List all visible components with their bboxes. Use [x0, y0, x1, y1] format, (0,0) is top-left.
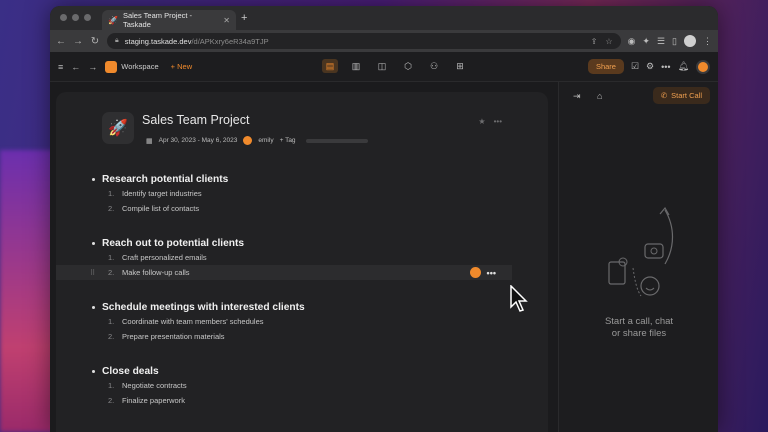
- start-call-button[interactable]: ✆ Start Call: [652, 87, 710, 104]
- close-tab-icon[interactable]: ✕: [223, 16, 230, 25]
- mindmap-view-icon[interactable]: ⚇: [426, 59, 442, 73]
- section: Reach out to potential clients 1. Craft p…: [56, 236, 512, 280]
- collapse-panel-icon[interactable]: ⇥: [573, 91, 581, 102]
- task-sections: Research potential clients 1. Identify ta…: [56, 172, 512, 428]
- section: Close deals 1. Negotiate contracts 2. Fina…: [92, 364, 512, 408]
- address-bar-row: ← → ↻ 🔒︎ staging.taskade.dev/d/APKxry6eR…: [50, 30, 718, 52]
- checklist-icon[interactable]: ☑: [631, 61, 639, 72]
- user-avatar[interactable]: [696, 59, 710, 74]
- add-tag-button[interactable]: + Tag: [280, 137, 296, 144]
- workspace-label[interactable]: Workspace: [121, 62, 158, 71]
- drag-handle-icon[interactable]: ⠿: [90, 269, 95, 277]
- row-more-icon[interactable]: •••: [487, 268, 496, 278]
- extension-puzzle-icon[interactable]: ✦: [642, 36, 650, 47]
- app-toolbar: ≡ ← → Workspace + New ▤ ▥ ◫ ⬡ ⚇ ⊞ Share …: [50, 52, 718, 82]
- progress-bar: [305, 138, 368, 143]
- board-view-icon[interactable]: ▥: [348, 59, 364, 73]
- reading-list-icon[interactable]: ☰: [657, 36, 665, 47]
- url-host: staging.taskade.dev: [124, 36, 192, 46]
- section: Research potential clients 1. Identify ta…: [92, 172, 512, 216]
- calendar-icon: ▦: [146, 137, 153, 145]
- section-heading[interactable]: Research potential clients: [92, 172, 512, 186]
- filter-icon[interactable]: ⚙: [646, 61, 654, 72]
- reload-icon[interactable]: ↻: [90, 36, 100, 47]
- list-item[interactable]: 1. Coordinate with team members' schedule…: [92, 314, 512, 329]
- browser-window: 🚀 Sales Team Project - Taskade ✕ + ← → ↻…: [50, 6, 718, 432]
- more-options-icon[interactable]: •••: [661, 62, 670, 72]
- profile-avatar[interactable]: [684, 35, 696, 47]
- workspace-logo[interactable]: [105, 60, 118, 73]
- list-view-icon[interactable]: ▤: [322, 59, 338, 73]
- browser-tab[interactable]: 🚀 Sales Team Project - Taskade ✕: [102, 10, 236, 30]
- url-path: /d/APKxry6eR34a9TJP: [191, 36, 269, 46]
- calendar-view-icon[interactable]: ◫: [374, 59, 390, 73]
- org-chart-view-icon[interactable]: ⊞: [452, 59, 468, 73]
- document-actions: ★ •••: [478, 117, 502, 126]
- back-icon[interactable]: ←: [56, 36, 66, 47]
- list-item[interactable]: 1. Negotiate contracts: [92, 378, 512, 393]
- url-field[interactable]: 🔒︎ staging.taskade.dev/d/APKxry6eR34a9TJ…: [107, 33, 621, 49]
- forward-arrow-icon[interactable]: →: [88, 62, 97, 72]
- taskade-favicon-icon: 🚀: [108, 15, 118, 25]
- row-actions: •••: [469, 267, 496, 278]
- sidebar-icon[interactable]: ▯: [672, 36, 677, 47]
- section-heading[interactable]: Schedule meetings with interested client…: [92, 300, 512, 314]
- bookmark-star-icon[interactable]: ☆: [605, 37, 612, 46]
- star-icon[interactable]: ★: [478, 117, 485, 126]
- app-right-tools: Share ☑ ⚙ ••• 🔔︎: [587, 59, 710, 74]
- section: Schedule meetings with interested client…: [92, 300, 512, 344]
- forward-icon[interactable]: →: [73, 36, 83, 47]
- window-controls[interactable]: [60, 14, 91, 21]
- phone-icon: ✆: [660, 91, 668, 100]
- assignee-name[interactable]: emily: [258, 137, 273, 144]
- lock-icon: 🔒︎: [115, 37, 119, 44]
- browser-toolbar: ◉ ✦ ☰ ▯ ⋮: [628, 35, 712, 47]
- section-heading[interactable]: Close deals: [92, 364, 512, 378]
- list-item[interactable]: 1. Identify target industries: [92, 186, 512, 201]
- right-panel: ⇥ ⌂ ✆ Start Call Start a call, chat or s…: [558, 82, 718, 432]
- back-arrow-icon[interactable]: ←: [71, 62, 80, 72]
- date-range[interactable]: Apr 30, 2023 - May 6, 2023: [159, 137, 238, 144]
- list-item-hovered[interactable]: ⠿ 2. Make follow-up calls •••: [56, 265, 512, 280]
- rocket-icon[interactable]: 🚀: [102, 112, 134, 144]
- tab-strip: 🚀 Sales Team Project - Taskade ✕ +: [50, 6, 718, 30]
- menu-icon[interactable]: ≡: [58, 62, 63, 72]
- list-item[interactable]: 2. Finalize paperwork: [92, 393, 512, 408]
- new-tab-icon[interactable]: +: [241, 12, 247, 24]
- project-meta: ▦ Apr 30, 2023 - May 6, 2023 emily + Tag: [146, 136, 368, 145]
- extension-icon[interactable]: ◉: [628, 36, 636, 47]
- project-document: 🚀 Sales Team Project ▦ Apr 30, 2023 - Ma…: [56, 92, 548, 432]
- list-item[interactable]: 1. Craft personalized emails: [92, 250, 512, 265]
- more-icon[interactable]: •••: [494, 117, 502, 126]
- list-item[interactable]: 2. Compile list of contacts: [92, 201, 512, 216]
- view-switcher: ▤ ▥ ◫ ⬡ ⚇ ⊞: [322, 59, 468, 73]
- new-button[interactable]: + New: [171, 62, 192, 71]
- notification-bell-icon[interactable]: 🔔︎: [678, 61, 689, 72]
- tab-title: Sales Team Project - Taskade: [122, 11, 193, 29]
- assignee-avatar: [243, 136, 253, 145]
- empty-state-text: Start a call, chat or share files: [604, 316, 674, 339]
- chat-illustration-icon: [608, 206, 674, 297]
- assign-avatar-button[interactable]: [469, 267, 481, 278]
- robot-agent-icon[interactable]: ⌂: [597, 91, 602, 101]
- share-button[interactable]: Share: [587, 59, 624, 74]
- mouse-cursor-icon: [510, 285, 528, 312]
- action-view-icon[interactable]: ⬡: [400, 59, 416, 73]
- project-title[interactable]: Sales Team Project: [142, 113, 249, 127]
- section-heading[interactable]: Reach out to potential clients: [92, 236, 512, 250]
- share-page-icon[interactable]: ⇪: [591, 37, 598, 46]
- browser-menu-icon[interactable]: ⋮: [703, 36, 712, 47]
- list-item[interactable]: 2. Prepare presentation materials: [92, 329, 512, 344]
